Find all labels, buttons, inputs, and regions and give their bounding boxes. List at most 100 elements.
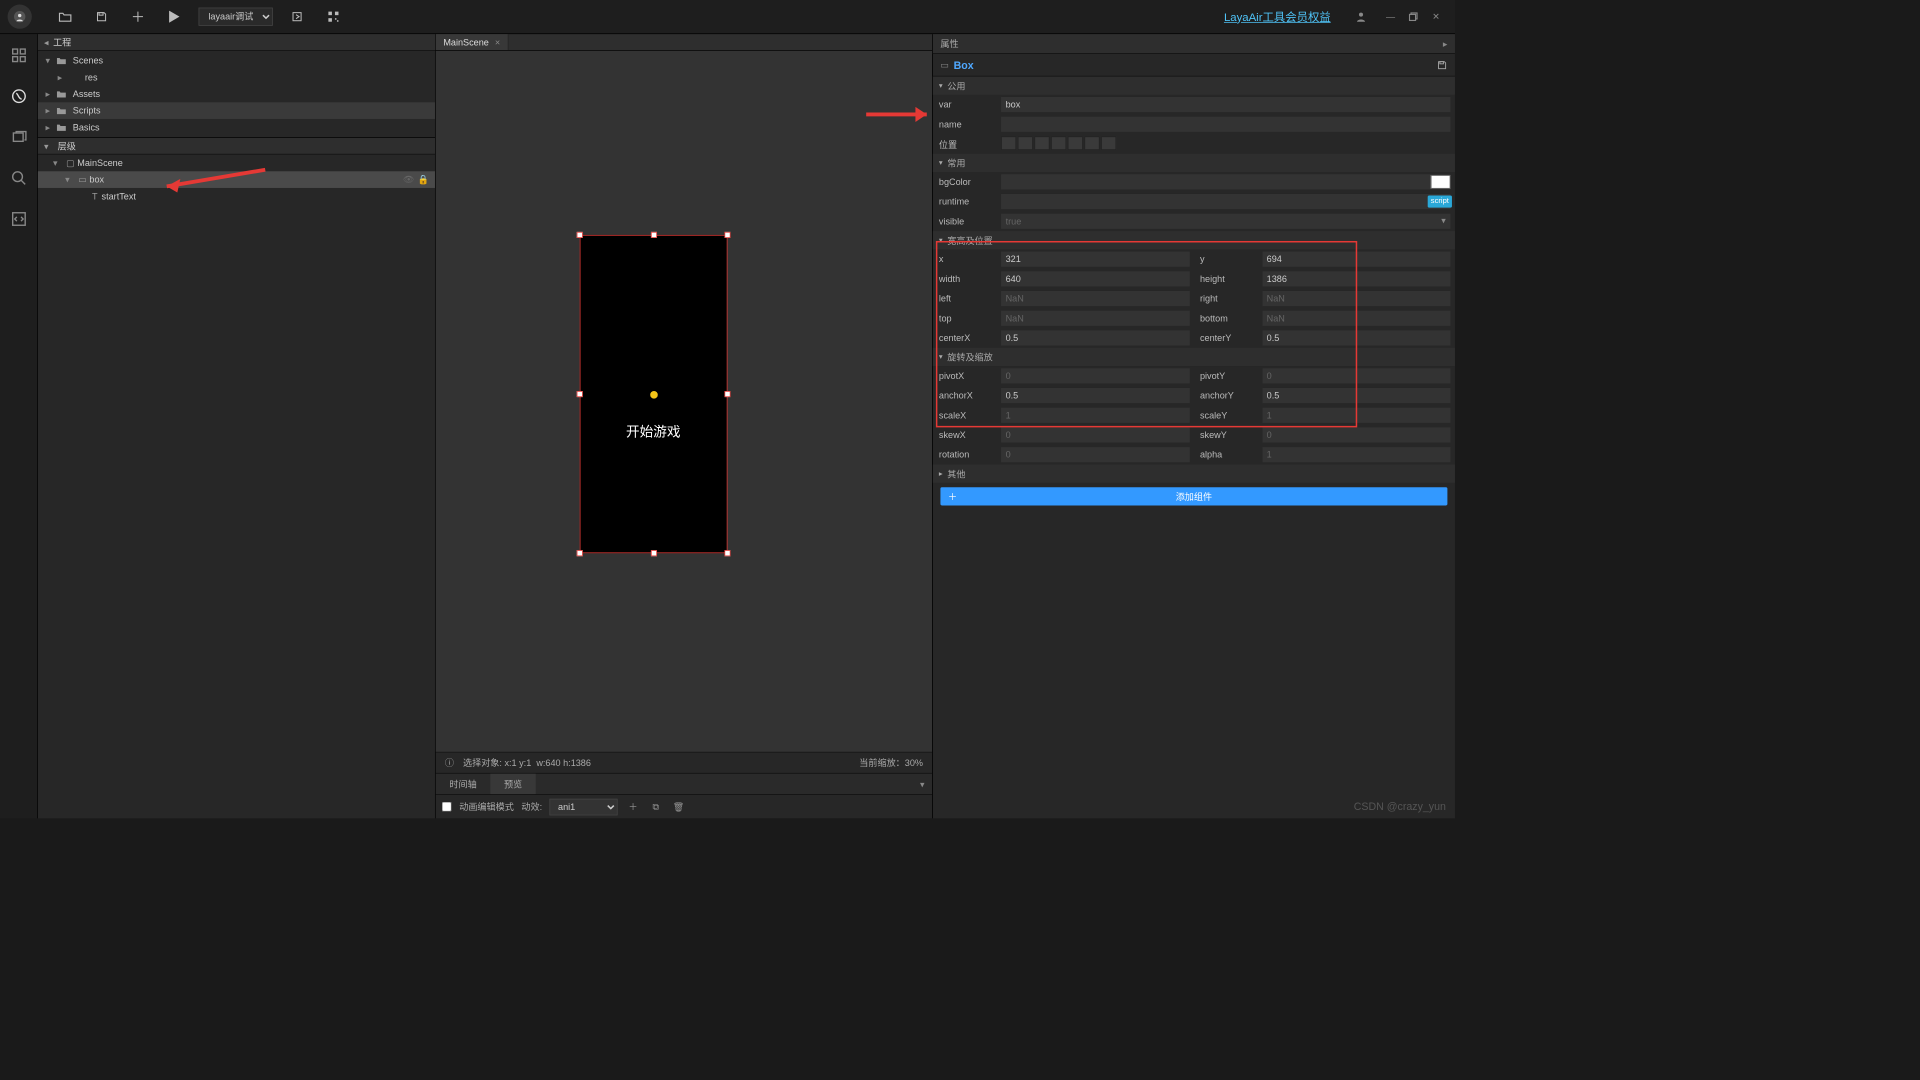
input-runtime[interactable] (1001, 194, 1450, 209)
tab-close-icon[interactable]: × (495, 37, 500, 48)
tree-arrow-icon[interactable]: ▾ (45, 55, 56, 66)
input-visible[interactable] (1001, 214, 1450, 229)
input-bottom[interactable] (1262, 311, 1450, 326)
script-badge[interactable]: script (1428, 196, 1452, 208)
user-icon[interactable] (1349, 5, 1373, 29)
tree-arrow-icon[interactable]: ▾ (65, 174, 76, 185)
section-other[interactable]: ▸其他 (933, 465, 1455, 483)
input-width[interactable] (1001, 271, 1189, 286)
timeline-menu-icon[interactable]: ▾ (920, 779, 925, 790)
tree-arrow-icon[interactable]: ▾ (53, 158, 64, 169)
input-skewy[interactable] (1262, 427, 1450, 442)
input-name[interactable] (1001, 117, 1450, 132)
input-y[interactable] (1262, 252, 1450, 267)
selection-box[interactable]: 开始游戏 (580, 235, 728, 553)
anchor-add-button[interactable] (1101, 136, 1116, 150)
handle-w[interactable] (577, 391, 583, 397)
handle-s[interactable] (651, 550, 657, 556)
handle-ne[interactable] (724, 232, 730, 238)
input-bgcolor[interactable] (1001, 174, 1450, 189)
export-button[interactable] (285, 5, 309, 29)
input-anchory[interactable] (1262, 388, 1450, 403)
input-skewx[interactable] (1001, 427, 1189, 442)
handle-se[interactable] (724, 550, 730, 556)
tab-timeline[interactable]: 时间轴 (436, 774, 491, 794)
input-pivotx[interactable] (1001, 368, 1189, 383)
windows-icon[interactable] (5, 124, 32, 151)
input-right[interactable] (1262, 291, 1450, 306)
window-minimize-button[interactable]: — (1379, 5, 1402, 28)
anchor-tc-button[interactable] (1018, 136, 1033, 150)
ani-delete-icon[interactable]: 🗑 (671, 801, 686, 812)
input-var[interactable] (1001, 97, 1450, 112)
anchor-mr-button[interactable] (1084, 136, 1099, 150)
qrcode-button[interactable] (321, 5, 345, 29)
hierarchy-tree-row[interactable]: ▾▭box👁🔒 (38, 171, 435, 188)
anchor-tl-button[interactable] (1001, 136, 1016, 150)
anchor-mc-button[interactable] (1068, 136, 1083, 150)
anchor-ml-button[interactable] (1051, 136, 1066, 150)
debug-select[interactable]: layaair调试 (199, 8, 273, 26)
transform-button[interactable] (126, 5, 150, 29)
add-component-button[interactable]: ＋添加组件 (940, 487, 1447, 505)
section-public[interactable]: ▾公用 (933, 77, 1455, 95)
input-centery[interactable] (1262, 330, 1450, 345)
project-tree-row[interactable]: ▾Scenes (38, 52, 435, 69)
tree-arrow-icon[interactable]: ▸ (45, 89, 56, 100)
input-anchorx[interactable] (1001, 388, 1189, 403)
handle-n[interactable] (651, 232, 657, 238)
hierarchy-tree-row[interactable]: ▾▢MainScene (38, 155, 435, 172)
tree-arrow-icon[interactable] (77, 191, 88, 202)
search-icon[interactable] (5, 164, 32, 191)
visible-dropdown-icon[interactable]: ▾ (1441, 215, 1446, 226)
handle-e[interactable] (724, 391, 730, 397)
handle-nw[interactable] (577, 232, 583, 238)
tree-arrow-icon[interactable]: ▸ (58, 72, 69, 83)
section-common[interactable]: ▾常用 (933, 154, 1455, 172)
project-tree-row[interactable]: ▸Assets (38, 86, 435, 103)
tree-arrow-icon[interactable]: ▸ (45, 122, 56, 133)
project-tree-row[interactable]: ▸res (38, 69, 435, 86)
save-button[interactable] (89, 5, 113, 29)
section-size-pos[interactable]: ▾宽高及位置 (933, 231, 1455, 249)
hierarchy-menu-icon[interactable]: ▾ (44, 141, 49, 152)
save-object-icon[interactable] (1437, 59, 1448, 70)
input-left[interactable] (1001, 291, 1189, 306)
collapse-right-icon[interactable]: ▸ (1443, 38, 1448, 49)
handle-sw[interactable] (577, 550, 583, 556)
member-benefits-link[interactable]: LayaAir工具会员权益 (1224, 9, 1331, 25)
design-icon[interactable] (5, 83, 32, 110)
input-top[interactable] (1001, 311, 1189, 326)
tab-preview[interactable]: 预览 (490, 774, 535, 794)
collapse-left-icon[interactable]: ◂ (44, 37, 49, 48)
input-alpha[interactable] (1262, 447, 1450, 462)
input-height[interactable] (1262, 271, 1450, 286)
ani-copy-icon[interactable]: ⧉ (648, 801, 663, 812)
input-scaley[interactable] (1262, 408, 1450, 423)
hierarchy-tree-row[interactable]: TstartText (38, 188, 435, 205)
input-scalex[interactable] (1001, 408, 1189, 423)
open-folder-button[interactable] (53, 5, 77, 29)
play-button[interactable] (162, 5, 186, 29)
lock-icon[interactable]: 🔒 (418, 174, 429, 185)
eye-icon[interactable]: 👁 (403, 174, 415, 185)
window-close-button[interactable]: ✕ (1425, 5, 1448, 28)
input-pivoty[interactable] (1262, 368, 1450, 383)
input-centerx[interactable] (1001, 330, 1189, 345)
section-rot-scale[interactable]: ▾旋转及缩放 (933, 348, 1455, 366)
input-rotation[interactable] (1001, 447, 1189, 462)
tree-arrow-icon[interactable]: ▸ (45, 105, 56, 116)
project-tree-row[interactable]: ▸Scripts (38, 102, 435, 119)
project-tree-row[interactable]: ▸Basics (38, 119, 435, 136)
tab-mainscene[interactable]: MainScene× (436, 34, 509, 50)
anchor-tr-button[interactable] (1034, 136, 1049, 150)
ani-add-icon[interactable]: ＋ (625, 800, 640, 813)
canvas-viewport[interactable]: 开始游戏 (436, 51, 932, 752)
input-x[interactable] (1001, 252, 1189, 267)
color-swatch[interactable] (1431, 175, 1451, 189)
code-icon[interactable] (5, 205, 32, 232)
modules-icon[interactable] (5, 42, 32, 69)
ani-select[interactable]: ani1 (550, 798, 618, 815)
ani-edit-checkbox[interactable] (442, 802, 452, 812)
window-maximize-button[interactable] (1402, 5, 1425, 28)
